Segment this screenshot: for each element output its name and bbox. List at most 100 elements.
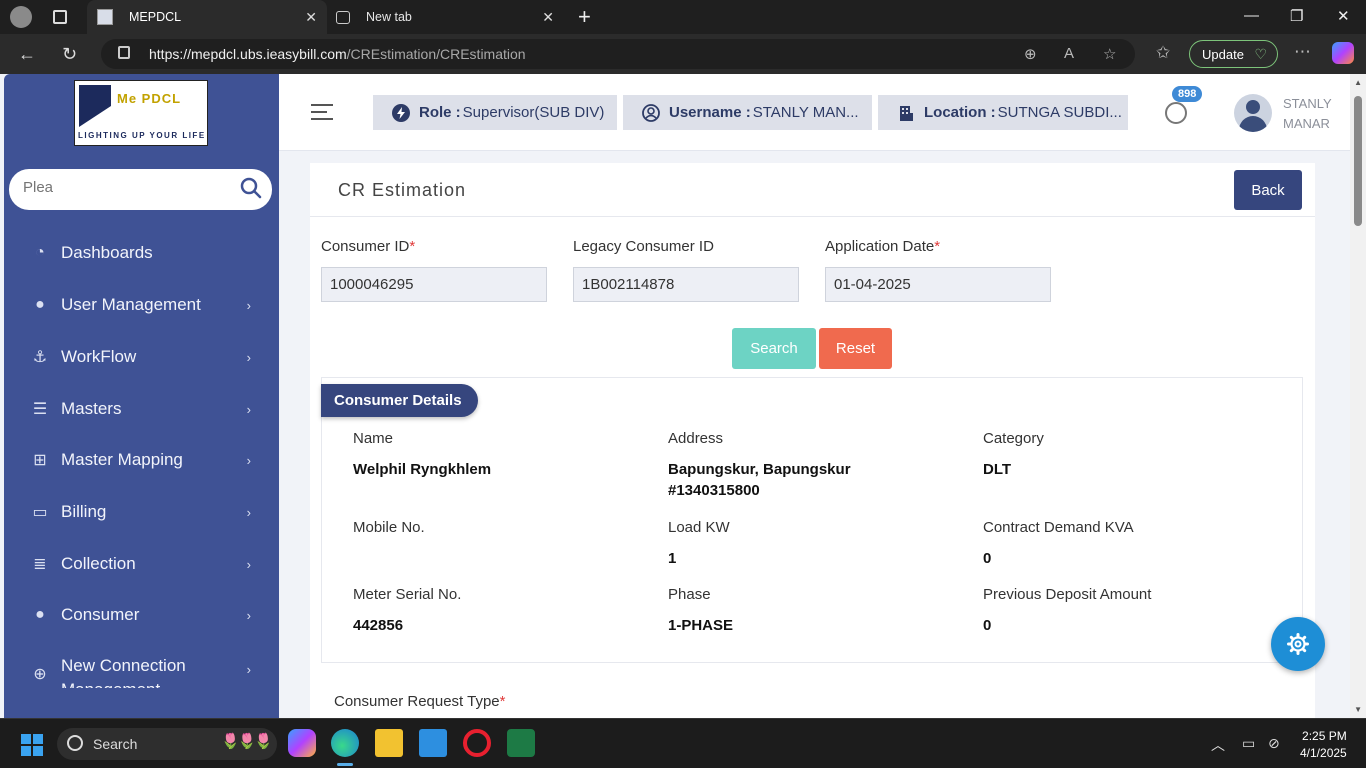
avatar[interactable] <box>1234 94 1272 132</box>
username-pill: Username : STANLY MAN... <box>623 95 872 130</box>
favorites-icon[interactable]: ✩ <box>1156 43 1170 63</box>
opera-app-icon[interactable] <box>463 729 491 757</box>
back-button[interactable]: Back <box>1234 170 1302 210</box>
page-scrollbar[interactable]: ▲ ▼ <box>1350 74 1366 718</box>
close-icon[interactable]: ✕ <box>305 9 317 26</box>
refresh-icon[interactable]: ↻ <box>62 44 77 65</box>
user-first-name: STANLY <box>1283 96 1332 111</box>
notification-badge: 898 <box>1172 86 1203 102</box>
address-bar[interactable]: https://mepdcl.ubs.ieasybill.com/CREstim… <box>101 39 1135 69</box>
sidebar-item-collection[interactable]: ≣ Collection › <box>4 542 279 586</box>
display-icon[interactable]: ▭ <box>1242 735 1255 752</box>
sidebar-search-input[interactable] <box>23 179 223 196</box>
tab-actions-icon[interactable] <box>53 10 67 24</box>
network-icon[interactable]: ⊘ <box>1268 735 1280 752</box>
load-label: Load KW <box>668 519 730 536</box>
list-icon: ≣ <box>33 556 47 573</box>
sidebar-item-masters[interactable]: ☰ Masters › <box>4 387 279 431</box>
sidebar-item-master-mapping[interactable]: ⊞ Master Mapping › <box>4 438 279 482</box>
sidebar-item-new-connection[interactable]: ⊕ New Connection Management › <box>4 654 279 688</box>
chevron-right-icon: › <box>246 297 251 313</box>
new-tab-button[interactable]: + <box>578 4 591 30</box>
window-close-button[interactable]: ✕ <box>1337 7 1350 25</box>
file-explorer-icon[interactable] <box>375 729 403 757</box>
logo-tagline: LIGHTING UP YOUR LIFE <box>78 131 206 140</box>
logo-name: Me PDCL <box>117 91 182 106</box>
tab-title: New tab <box>366 10 412 24</box>
page-viewport: Me PDCL LIGHTING UP YOUR LIFE ◔ Dashboar… <box>0 74 1366 718</box>
sidebar-item-consumer[interactable]: ● Consumer › <box>4 593 279 637</box>
building-icon <box>900 106 913 121</box>
more-menu-icon[interactable]: ⋯ <box>1294 42 1311 62</box>
excel-app-icon[interactable] <box>507 729 535 757</box>
tab-new-tab[interactable]: New tab ✕ <box>330 0 564 34</box>
chevron-right-icon: › <box>246 556 251 572</box>
read-aloud-icon[interactable]: A <box>1064 45 1074 62</box>
search-button[interactable]: Search <box>732 328 816 369</box>
user-icon: ● <box>35 296 45 313</box>
taskbar-search-label: Search <box>93 736 138 752</box>
sidebar-item-label: User Management <box>61 295 201 314</box>
application-date-field[interactable]: 01-04-2025 <box>825 267 1051 302</box>
contract-demand-value: 0 <box>983 550 992 567</box>
consumer-id-field[interactable]: 1000046295 <box>321 267 547 302</box>
copilot-app-icon[interactable] <box>288 729 316 757</box>
scrollbar-thumb[interactable] <box>1354 96 1362 226</box>
sidebar-item-label: Master Mapping <box>61 450 183 469</box>
chevron-up-icon[interactable]: ︿ <box>1211 735 1225 755</box>
category-value: DLT <box>983 461 1012 478</box>
favorite-star-icon[interactable]: ☆ <box>1103 45 1116 63</box>
start-button[interactable] <box>21 734 43 756</box>
edge-active-indicator <box>337 763 353 766</box>
legacy-id-label: Legacy Consumer ID <box>573 238 714 255</box>
top-header: Role : Supervisor(SUB DIV) Username : STAN… <box>279 74 1350 151</box>
location-label: Location : <box>924 104 996 121</box>
settings-fab[interactable] <box>1271 617 1325 671</box>
lock-icon[interactable] <box>118 46 130 59</box>
edge-app-icon[interactable] <box>331 729 359 757</box>
bolt-icon <box>392 104 410 122</box>
role-pill: Role : Supervisor(SUB DIV) <box>373 95 617 130</box>
history-clock-icon[interactable] <box>1165 102 1187 124</box>
close-icon[interactable]: ✕ <box>542 9 554 26</box>
mail-app-icon[interactable] <box>419 729 447 757</box>
search-icon[interactable] <box>238 175 264 201</box>
heart-icon: ♡ <box>1254 46 1267 62</box>
tulips-icon: 🌷🌷🌷 <box>220 733 273 750</box>
sidebar-item-workflow[interactable]: ⚓ WorkFlow › <box>4 335 279 379</box>
sidebar-item-billing[interactable]: ▭ Billing › <box>4 490 279 534</box>
scroll-up-icon[interactable]: ▲ <box>1354 78 1362 87</box>
back-arrow-icon[interactable]: ← <box>18 44 36 65</box>
user-last-name: MANAR <box>1283 116 1330 131</box>
update-button[interactable]: Update ♡ <box>1189 40 1278 68</box>
update-label: Update <box>1202 46 1244 62</box>
sidebar-item-user-management[interactable]: ● User Management › <box>4 283 279 327</box>
url-path: /CREstimation/CREstimation <box>346 46 526 62</box>
windows-taskbar: Search 🌷🌷🌷 ︿ ▭ ⊘ 2:25 PM 4/1/2025 <box>0 718 1366 768</box>
chevron-right-icon: › <box>246 607 251 623</box>
system-clock[interactable]: 2:25 PM 4/1/2025 <box>1300 728 1347 762</box>
consumer-id-label: Consumer ID* <box>321 238 416 255</box>
zoom-icon[interactable]: ⊕ <box>1024 45 1037 63</box>
taskbar-search[interactable]: Search 🌷🌷🌷 <box>57 728 277 760</box>
cr-estimation-card: CR Estimation Back Consumer ID* 10000462… <box>310 163 1315 718</box>
request-type-label: Consumer Request Type* <box>334 693 506 710</box>
sidebar-item-dashboards[interactable]: ◔ Dashboards <box>4 231 279 275</box>
name-label: Name <box>353 430 394 447</box>
menu-toggle-icon[interactable] <box>311 104 333 120</box>
browser-tab-bar: MEPDCL ✕ New tab ✕ + — ❐ ✕ <box>0 0 1366 34</box>
reset-button[interactable]: Reset <box>819 328 892 369</box>
tab-mepdcl[interactable]: MEPDCL ✕ <box>87 0 327 34</box>
search-icon <box>67 735 83 751</box>
server-icon: ☰ <box>32 401 48 418</box>
minimize-button[interactable]: — <box>1244 7 1259 24</box>
scroll-down-icon[interactable]: ▼ <box>1354 705 1362 714</box>
copilot-icon[interactable] <box>1332 42 1354 64</box>
user-name[interactable]: STANLY MANAR <box>1283 94 1332 134</box>
legacy-id-field[interactable]: 1B002114878 <box>573 267 799 302</box>
anchor-icon: ⚓ <box>32 349 48 366</box>
profile-icon[interactable] <box>10 6 32 28</box>
logo[interactable]: Me PDCL LIGHTING UP YOUR LIFE <box>74 80 208 146</box>
deposit-value: 0 <box>983 617 992 634</box>
restore-button[interactable]: ❐ <box>1290 7 1303 25</box>
